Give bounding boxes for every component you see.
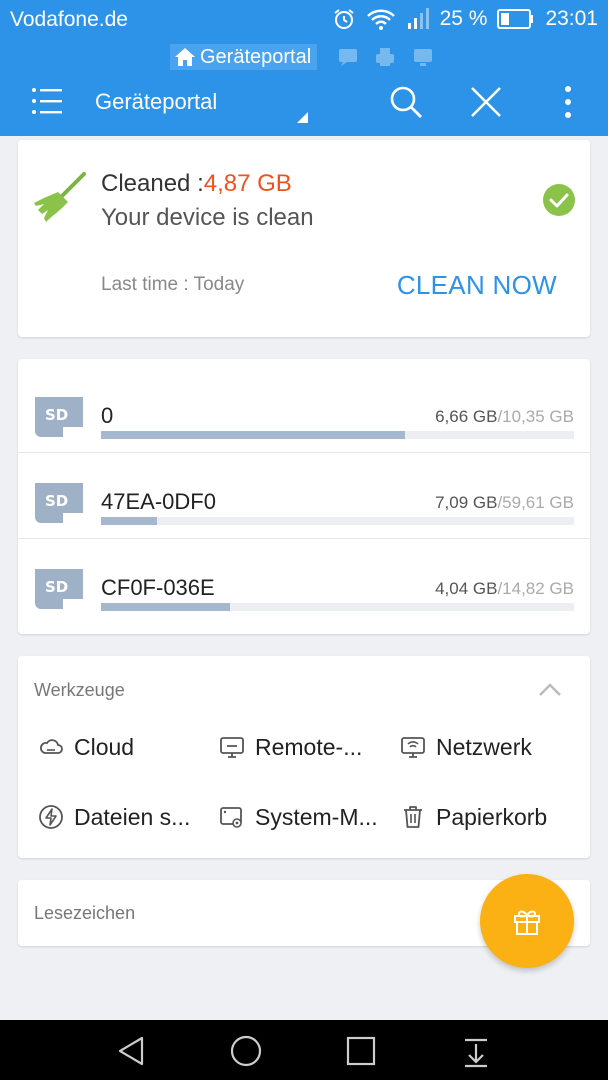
storage-progress-fill: [101, 431, 406, 439]
storage-row[interactable]: SD CF0F-036E 4,04 GB/14,82 GB: [18, 539, 590, 625]
status-icons: 25 % 23:01: [332, 7, 598, 31]
hamburger-menu-icon[interactable]: [28, 84, 66, 118]
storage-used: 6,66 GB: [435, 407, 498, 426]
bookmarks-header: Lesezeichen: [34, 903, 136, 923]
app-bar: Geräteportal Geräteportal: [0, 40, 608, 136]
notification-pull-icon[interactable]: [459, 1034, 493, 1068]
checkmark-icon: [543, 184, 575, 216]
storage-used: 7,09 GB: [435, 493, 498, 512]
sd-card-icon: SD: [35, 483, 83, 523]
dropdown-triangle-icon[interactable]: [297, 112, 308, 123]
cleaned-summary: Cleaned :4,87 GB: [101, 170, 292, 198]
home-nav-icon[interactable]: [229, 1034, 263, 1068]
storage-total: /10,35 GB: [497, 407, 574, 426]
storage-name: CF0F-036E: [101, 575, 215, 600]
clean-status-text: Your device is clean: [101, 204, 314, 231]
tool-label: Dateien s...: [74, 803, 191, 830]
sd-card-icon: SD: [35, 397, 83, 437]
tool-label: Remote-...: [255, 733, 363, 760]
storage-progress-fill: [101, 603, 231, 611]
cloud-icon: [40, 739, 63, 754]
system-nav-bar: [0, 1020, 608, 1080]
storage-progress-bar: [101, 517, 574, 525]
trash-icon: [404, 806, 422, 828]
alarm-icon: [333, 9, 354, 29]
cleaner-card: Cleaned :4,87 GB Your device is clean La…: [18, 140, 590, 337]
tool-label: Cloud: [74, 733, 135, 760]
wifi-icon: [366, 9, 395, 30]
back-icon[interactable]: [114, 1034, 148, 1068]
tool-remote[interactable]: Remote-...: [219, 727, 362, 767]
svg-text:SD: SD: [45, 492, 68, 510]
tool-label: System-M...: [255, 803, 378, 830]
carrier-name: Vodafone.de: [10, 8, 128, 31]
tool-system-manager[interactable]: System-M...: [219, 797, 378, 837]
chat-tab-icon[interactable]: [337, 46, 359, 68]
cleaned-label: Cleaned :: [101, 170, 204, 197]
recents-icon[interactable]: [344, 1034, 378, 1068]
storage-progress-fill: [101, 517, 158, 525]
network-icon: [401, 737, 425, 758]
battery-percent: 25 %: [439, 7, 488, 30]
last-clean-time: Last time : Today: [101, 274, 245, 295]
clock: 23:01: [545, 7, 598, 30]
storage-progress-bar: [101, 431, 574, 439]
svg-text:SD: SD: [45, 578, 68, 596]
page-title[interactable]: Geräteportal: [95, 89, 217, 115]
tool-label: Netzwerk: [436, 733, 532, 760]
tool-cloud[interactable]: Cloud: [38, 727, 134, 767]
tools-header: Werkzeuge: [34, 680, 125, 700]
status-bar: Vodafone.de 25 % 23:01: [0, 0, 608, 40]
gift-button[interactable]: [480, 874, 574, 968]
tab-label: Geräteportal: [200, 45, 312, 68]
tab-geraeteportal[interactable]: Geräteportal: [170, 44, 318, 70]
tool-label: Papierkorb: [436, 803, 548, 830]
storage-card: SD 0 6,66 GB/10,35 GB SD 47EA-0DF0 7,09 …: [18, 359, 590, 634]
storage-usage: 7,09 GB/59,61 GB: [435, 493, 574, 513]
tool-trash[interactable]: Papierkorb: [400, 797, 547, 837]
storage-used: 4,04 GB: [435, 579, 498, 598]
battery-icon: [497, 9, 534, 29]
tool-network[interactable]: Netzwerk: [400, 727, 532, 767]
broom-icon: [34, 172, 86, 222]
storage-row[interactable]: SD 47EA-0DF0 7,09 GB/59,61 GB: [18, 453, 590, 539]
cleaned-value: 4,87 GB: [203, 170, 292, 197]
device-tab-icon[interactable]: [412, 46, 434, 68]
search-icon[interactable]: [388, 84, 424, 120]
close-icon[interactable]: [468, 84, 504, 120]
svg-text:SD: SD: [45, 406, 68, 424]
storage-total: /59,61 GB: [497, 493, 574, 512]
sd-card-icon: SD: [35, 569, 83, 609]
transfer-icon: [39, 805, 63, 829]
system-manager-icon: [220, 807, 242, 828]
storage-total: /14,82 GB: [497, 579, 574, 598]
chevron-up-icon[interactable]: [538, 682, 562, 698]
home-icon: [175, 48, 195, 66]
printer-tab-icon[interactable]: [374, 46, 396, 68]
storage-usage: 4,04 GB/14,82 GB: [435, 579, 574, 599]
tools-card: Werkzeuge Cloud Remote-... Netzwerk Date…: [18, 656, 590, 858]
storage-name: 0: [101, 403, 114, 428]
more-options-icon[interactable]: [555, 84, 581, 120]
storage-row[interactable]: SD 0 6,66 GB/10,35 GB: [18, 367, 590, 453]
remote-icon: [220, 737, 244, 758]
clean-now-button[interactable]: CLEAN NOW: [397, 270, 557, 301]
storage-progress-bar: [101, 603, 574, 611]
signal-icon: [407, 8, 429, 29]
tool-transfer[interactable]: Dateien s...: [38, 797, 190, 837]
storage-usage: 6,66 GB/10,35 GB: [435, 407, 574, 427]
gift-icon: [514, 910, 540, 935]
storage-name: 47EA-0DF0: [101, 489, 216, 514]
window-tab-strip: Geräteportal: [0, 40, 608, 74]
